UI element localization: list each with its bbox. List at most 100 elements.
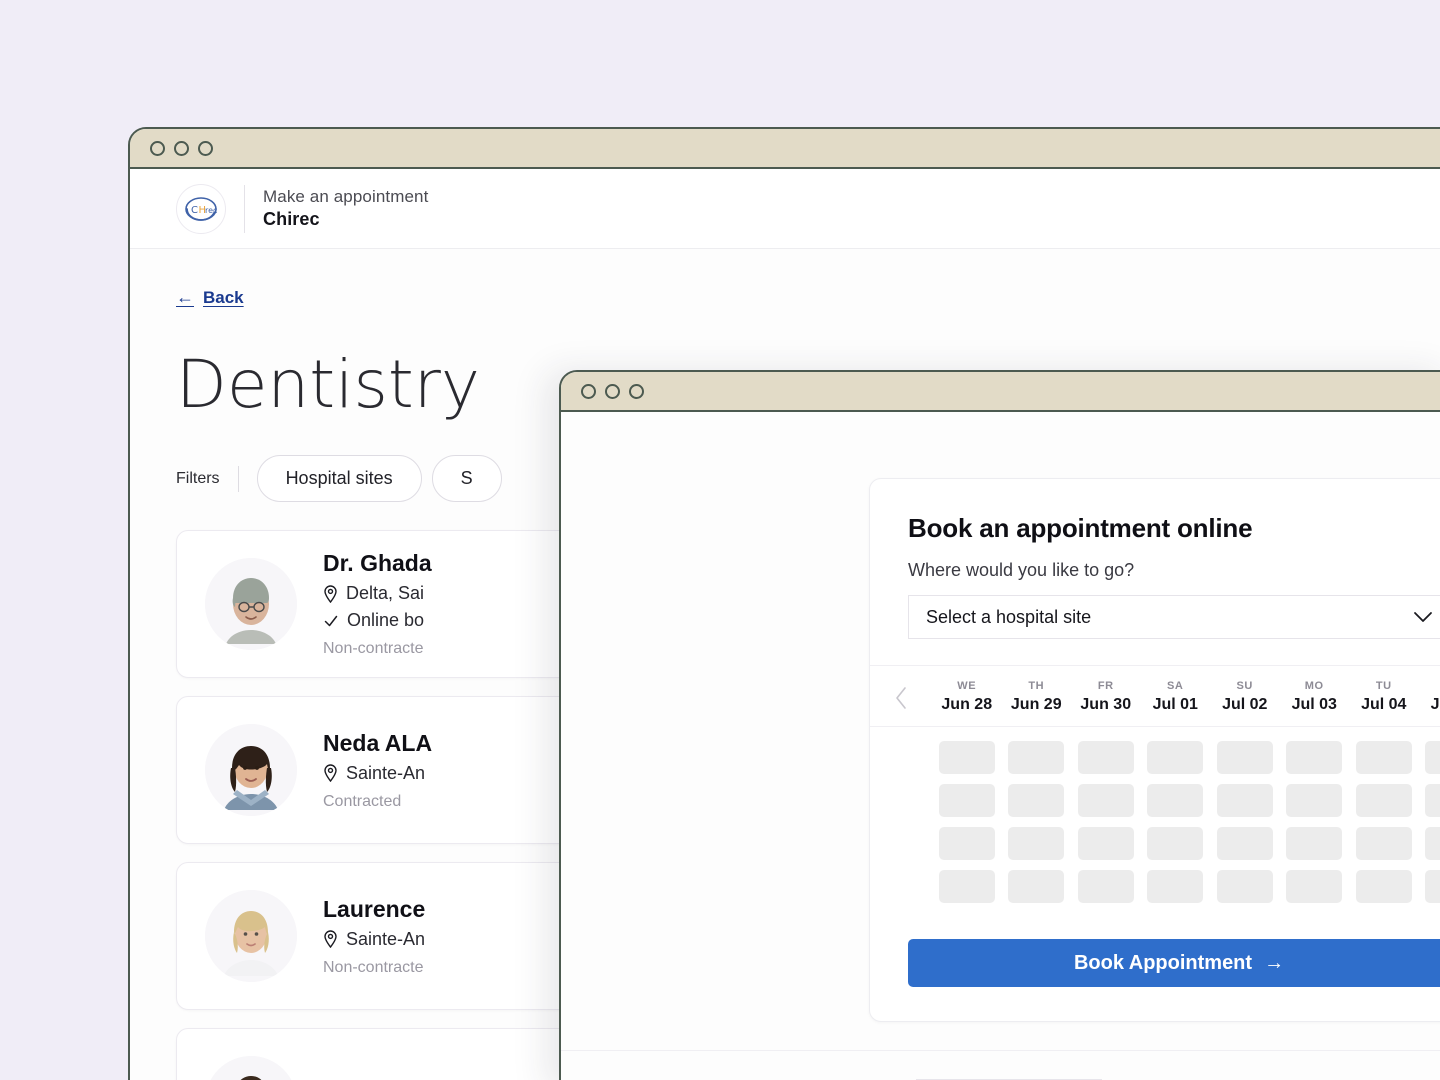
time-slot-placeholder[interactable] [1216,784,1273,817]
doctor-location-text: Sainte-An [346,928,426,949]
filter-chip-hospital-sites[interactable]: Hospital sites [256,455,422,503]
time-slot-placeholder[interactable] [1286,741,1343,774]
calendar-slot-cell [1141,870,1211,903]
time-slot-placeholder[interactable] [1425,784,1440,817]
time-slot-placeholder[interactable] [1147,870,1204,903]
time-slot-placeholder[interactable] [1077,827,1134,860]
time-slot-placeholder[interactable] [1216,741,1273,774]
time-slot-placeholder[interactable] [1286,784,1343,817]
book-appointment-button[interactable]: Book Appointment → [908,939,1440,987]
calendar-slot-cell [1210,827,1280,860]
calendar-slot-row [932,741,1440,774]
calendar-date: Jul 02 [1222,696,1268,713]
window-dot-minimize[interactable] [174,140,189,156]
time-slot-placeholder[interactable] [938,870,995,903]
window-dot-close[interactable] [150,140,165,156]
calendar-slot-row [932,827,1440,860]
calendar-dow: TU [1375,680,1392,692]
time-slot-placeholder[interactable] [1147,827,1204,860]
time-slot-placeholder[interactable] [1077,741,1134,774]
calendar-slot-cell [1210,870,1280,903]
book-appointment-label: Book Appointment [1073,951,1253,974]
calendar-slot-cell [1071,741,1141,774]
calendar-slot-cell [1141,784,1211,817]
calendar-slot-cell [932,784,1002,817]
time-slot-placeholder[interactable] [1077,784,1134,817]
time-slot-placeholder[interactable] [1077,870,1134,903]
window-dot-close[interactable] [581,383,596,399]
calendar-day-header[interactable]: FR Jun 30 [1071,680,1141,714]
back-button-label: Back [203,287,244,307]
browser-window-booking: Book an appointment online Where would y… [559,370,1440,1080]
calendar-slot-cell [1280,784,1350,817]
app-header: C H rec Make an appointment Chirec [130,169,1440,249]
calendar-prev-button[interactable] [870,686,932,714]
check-icon [323,613,339,629]
time-slot-placeholder[interactable] [1216,870,1273,903]
header-subtitle: Make an appointment [263,187,429,206]
calendar-slot-row [932,870,1440,903]
time-slot-placeholder[interactable] [1425,741,1440,774]
time-slot-placeholder[interactable] [1425,827,1440,860]
calendar-day-headers: WE Jun 28 TH Jun 29 FR Jun 30 SA Jul 01 … [932,680,1440,714]
window-dot-minimize[interactable] [605,383,620,399]
time-slot-placeholder[interactable] [1008,870,1065,903]
calendar-slot-cell [1419,870,1440,903]
time-slot-placeholder[interactable] [1216,827,1273,860]
calendar-slot-row [932,784,1440,817]
time-slot-placeholder[interactable] [1355,784,1412,817]
time-slot-placeholder[interactable] [1286,870,1343,903]
time-slot-placeholder[interactable] [1008,827,1065,860]
calendar-day-header[interactable]: SA Jul 01 [1141,680,1211,714]
titlebar-front [561,372,1440,412]
time-slot-placeholder[interactable] [1286,827,1343,860]
calendar-dow: SU [1236,680,1253,692]
calendar-day-header[interactable]: MO Jul 03 [1280,680,1350,714]
filters-label: Filters [176,469,220,487]
time-slot-placeholder[interactable] [938,784,995,817]
calendar-slot-cell [1419,741,1440,774]
filter-chip-secondary[interactable]: S [431,455,502,503]
availability-calendar: WE Jun 28 TH Jun 29 FR Jun 30 SA Jul 01 … [870,665,1440,921]
time-slot-placeholder[interactable] [1147,784,1204,817]
back-button[interactable]: ← Back [176,287,244,308]
chirec-logo: C H rec [176,183,226,234]
time-slot-placeholder[interactable] [1355,741,1412,774]
window-dot-maximize[interactable] [198,140,213,156]
calendar-day-header[interactable]: WE Jul 05 [1419,680,1440,714]
calendar-day-header[interactable]: TH Jun 29 [1002,680,1072,714]
window-dot-maximize[interactable] [629,383,644,399]
calendar-slot-cell [1071,827,1141,860]
time-slot-placeholder[interactable] [938,741,995,774]
time-slot-placeholder[interactable] [1008,741,1065,774]
calendar-slot-cell [1349,870,1419,903]
calendar-date: Jul 04 [1361,696,1407,713]
location-pin-icon [323,930,338,949]
calendar-slot-cell [1141,741,1211,774]
doctor-contract-status: Non-contracte [323,958,424,976]
booking-footer: Powered by ROSA [561,1050,1440,1080]
calendar-date: Jul 03 [1291,696,1337,713]
hospital-site-select[interactable]: Select a hospital site [908,595,1440,639]
calendar-slot-cell [932,870,1002,903]
calendar-slot-cell [1210,784,1280,817]
booking-page: Book an appointment online Where would y… [561,412,1440,1080]
calendar-dow: FR [1097,680,1114,692]
calendar-slot-cell [1280,870,1350,903]
location-pin-icon [323,764,338,783]
avatar [205,890,297,983]
calendar-slot-cell [1419,784,1440,817]
calendar-day-header[interactable]: WE Jun 28 [932,680,1002,714]
time-slot-placeholder[interactable] [1147,741,1204,774]
calendar-slot-cell [1141,827,1211,860]
calendar-day-header[interactable]: TU Jul 04 [1349,680,1419,714]
time-slot-placeholder[interactable] [1008,784,1065,817]
titlebar-back [130,129,1440,169]
calendar-slot-cell [1002,784,1072,817]
time-slot-placeholder[interactable] [1355,827,1412,860]
time-slot-placeholder[interactable] [1425,870,1440,903]
calendar-day-header[interactable]: SU Jul 02 [1210,680,1280,714]
time-slot-placeholder[interactable] [1355,870,1412,903]
time-slot-placeholder[interactable] [938,827,995,860]
calendar-slot-cell [932,827,1002,860]
